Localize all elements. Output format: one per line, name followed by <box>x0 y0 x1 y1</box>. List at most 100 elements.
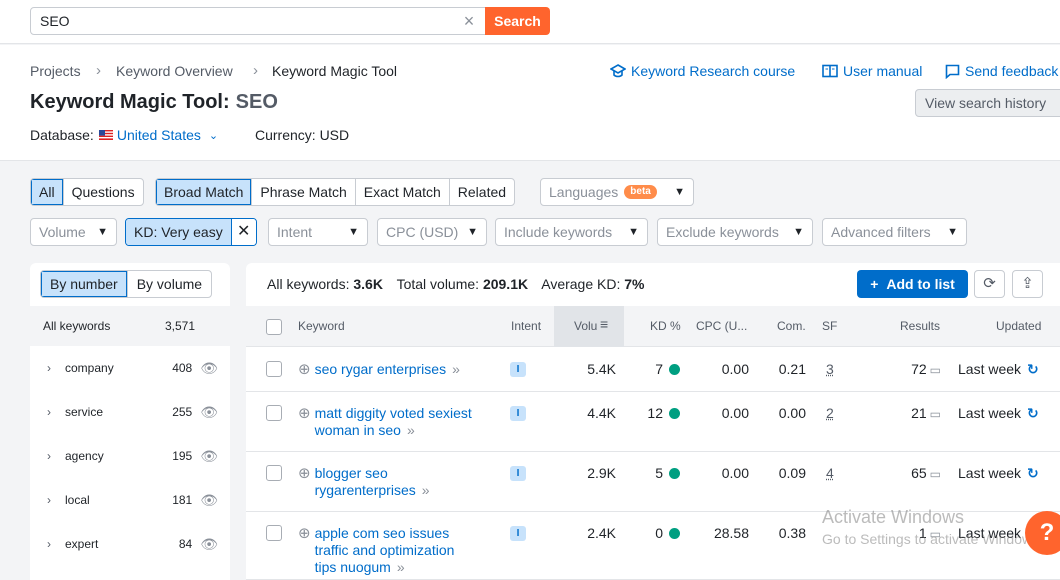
keyword-cell: ⊕ apple com seo issues traffic and optimiz… <box>298 525 503 576</box>
list-item[interactable]: › local 181 👁 <box>30 478 230 522</box>
intent-filter[interactable]: Intent ▼ <box>268 218 368 246</box>
add-circle-icon[interactable]: ⊕ <box>298 361 311 378</box>
row-checkbox[interactable] <box>266 525 282 541</box>
volume-value: 2.9K <box>560 465 616 481</box>
eye-icon[interactable]: 👁 <box>200 536 218 553</box>
tab-questions[interactable]: Questions <box>64 179 143 205</box>
keyword-research-course-link[interactable]: Keyword Research course <box>610 63 795 79</box>
user-manual-link[interactable]: User manual <box>822 63 922 79</box>
column-updated[interactable]: Updated <box>996 319 1041 333</box>
course-link-label: Keyword Research course <box>631 63 795 79</box>
by-number-toggle[interactable]: By number <box>41 271 128 297</box>
column-sf[interactable]: SF <box>822 319 837 333</box>
kd-filter-chip[interactable]: KD: Very easy ✕ <box>125 218 257 246</box>
clear-icon[interactable]: × <box>460 11 478 31</box>
add-circle-icon[interactable]: ⊕ <box>298 405 311 439</box>
eye-icon[interactable]: 👁 <box>200 360 218 377</box>
column-volume[interactable]: Volu <box>574 319 597 333</box>
sf-value[interactable]: 2 <box>826 405 834 421</box>
keyword-link[interactable]: apple com seo issues traffic and optimiza… <box>315 525 455 576</box>
column-intent[interactable]: Intent <box>511 319 541 333</box>
row-checkbox[interactable] <box>266 465 282 481</box>
search-button[interactable]: Search <box>485 7 550 35</box>
row-checkbox[interactable] <box>266 405 282 421</box>
volume-value: 4.4K <box>560 405 616 421</box>
database-selector[interactable]: Database: United States ⌄ <box>30 127 218 143</box>
tab-all[interactable]: All <box>31 179 64 205</box>
column-cpc[interactable]: CPC (U... <box>696 319 747 333</box>
refresh-icon[interactable]: ↻ <box>1027 405 1039 421</box>
list-item[interactable]: › expert 84 👁 <box>30 522 230 566</box>
by-volume-toggle[interactable]: By volume <box>128 271 211 297</box>
eye-icon[interactable]: 👁 <box>200 492 218 509</box>
refresh-icon[interactable]: ⟳ <box>974 270 1005 298</box>
keyword-link[interactable]: seo rygar enterprises» <box>315 361 460 378</box>
chevron-down-icon: ▼ <box>467 219 478 245</box>
keyword-group-list: All keywords 3,571 › company 408 👁 › service 2… <box>30 306 230 566</box>
double-chevron-icon[interactable]: » <box>407 422 415 438</box>
cpc-value: 28.58 <box>690 525 749 541</box>
column-keyword[interactable]: Keyword <box>298 319 345 333</box>
select-all-checkbox[interactable] <box>266 319 282 335</box>
keyword-cell: ⊕ matt diggity voted sexiest woman in seo» <box>298 405 503 439</box>
tab-related[interactable]: Related <box>450 179 514 205</box>
breadcrumb-projects[interactable]: Projects <box>30 63 81 79</box>
advanced-filters[interactable]: Advanced filters ▼ <box>822 218 967 246</box>
breadcrumb-keyword-overview[interactable]: Keyword Overview <box>116 63 233 79</box>
refresh-icon[interactable]: ↻ <box>1027 465 1039 481</box>
kd-value: 0 <box>630 525 680 541</box>
exclude-keywords-filter[interactable]: Exclude keywords ▼ <box>657 218 813 246</box>
keyword-link[interactable]: blogger seo rygarenterprises» <box>315 465 430 499</box>
tab-exact-match[interactable]: Exact Match <box>356 179 450 205</box>
list-item[interactable]: › agency 195 👁 <box>30 434 230 478</box>
sf-value[interactable]: 4 <box>826 465 834 481</box>
eye-icon[interactable]: 👁 <box>200 448 218 465</box>
export-icon[interactable]: ⇪ <box>1012 270 1043 298</box>
serp-icon[interactable]: ▭ <box>930 407 941 421</box>
chevron-down-icon: ▼ <box>793 219 804 245</box>
all-keywords-group[interactable]: All keywords 3,571 <box>30 306 230 346</box>
intent-badge: I <box>510 466 526 481</box>
cpc-value: 0.00 <box>690 405 749 421</box>
kd-value: 12 <box>630 405 680 421</box>
refresh-icon[interactable]: ↻ <box>1027 361 1039 377</box>
column-results[interactable]: Results <box>900 319 940 333</box>
kd-filter-label: KD: Very easy <box>126 219 231 245</box>
double-chevron-icon[interactable]: » <box>422 482 430 498</box>
currency-label: Currency: USD <box>255 127 349 143</box>
activate-windows-subtext: Go to Settings to activate Windows. <box>822 531 1043 547</box>
row-checkbox[interactable] <box>266 361 282 377</box>
list-item[interactable]: › service 255 👁 <box>30 390 230 434</box>
intent-badge: I <box>510 526 526 541</box>
list-item[interactable]: › company 408 👁 <box>30 346 230 390</box>
languages-dropdown[interactable]: Languages beta ▼ <box>540 178 694 206</box>
serp-icon[interactable]: ▭ <box>930 467 941 481</box>
add-to-list-button[interactable]: + Add to list <box>857 270 968 298</box>
double-chevron-icon[interactable]: » <box>397 559 405 575</box>
graduation-cap-icon <box>610 64 626 78</box>
cpc-filter[interactable]: CPC (USD) ▼ <box>377 218 487 246</box>
activate-windows-watermark: Activate Windows <box>822 507 964 528</box>
close-icon[interactable]: ✕ <box>231 219 256 245</box>
volume-filter[interactable]: Volume ▼ <box>30 218 117 246</box>
eye-icon[interactable]: 👁 <box>200 404 218 421</box>
sort-icon[interactable]: ≡ <box>600 316 608 332</box>
view-search-history-button[interactable]: View search history <box>915 89 1060 117</box>
tab-phrase-match[interactable]: Phrase Match <box>252 179 355 205</box>
keyword-link[interactable]: matt diggity voted sexiest woman in seo» <box>315 405 472 439</box>
database-value: United States <box>117 127 201 143</box>
manual-link-label: User manual <box>843 63 922 79</box>
search-input[interactable]: SEO <box>30 7 486 35</box>
serp-icon[interactable]: ▭ <box>930 363 941 377</box>
column-kd[interactable]: KD % <box>650 319 681 333</box>
double-chevron-icon[interactable]: » <box>452 361 460 377</box>
include-keywords-filter[interactable]: Include keywords ▼ <box>495 218 648 246</box>
send-feedback-link[interactable]: Send feedback <box>945 63 1058 79</box>
sf-value[interactable]: 3 <box>826 361 834 377</box>
chevron-down-icon: ▼ <box>348 219 359 245</box>
add-circle-icon[interactable]: ⊕ <box>298 525 311 576</box>
add-circle-icon[interactable]: ⊕ <box>298 465 311 499</box>
beta-badge: beta <box>624 185 657 199</box>
column-com[interactable]: Com. <box>777 319 806 333</box>
tab-broad-match[interactable]: Broad Match <box>156 179 252 205</box>
